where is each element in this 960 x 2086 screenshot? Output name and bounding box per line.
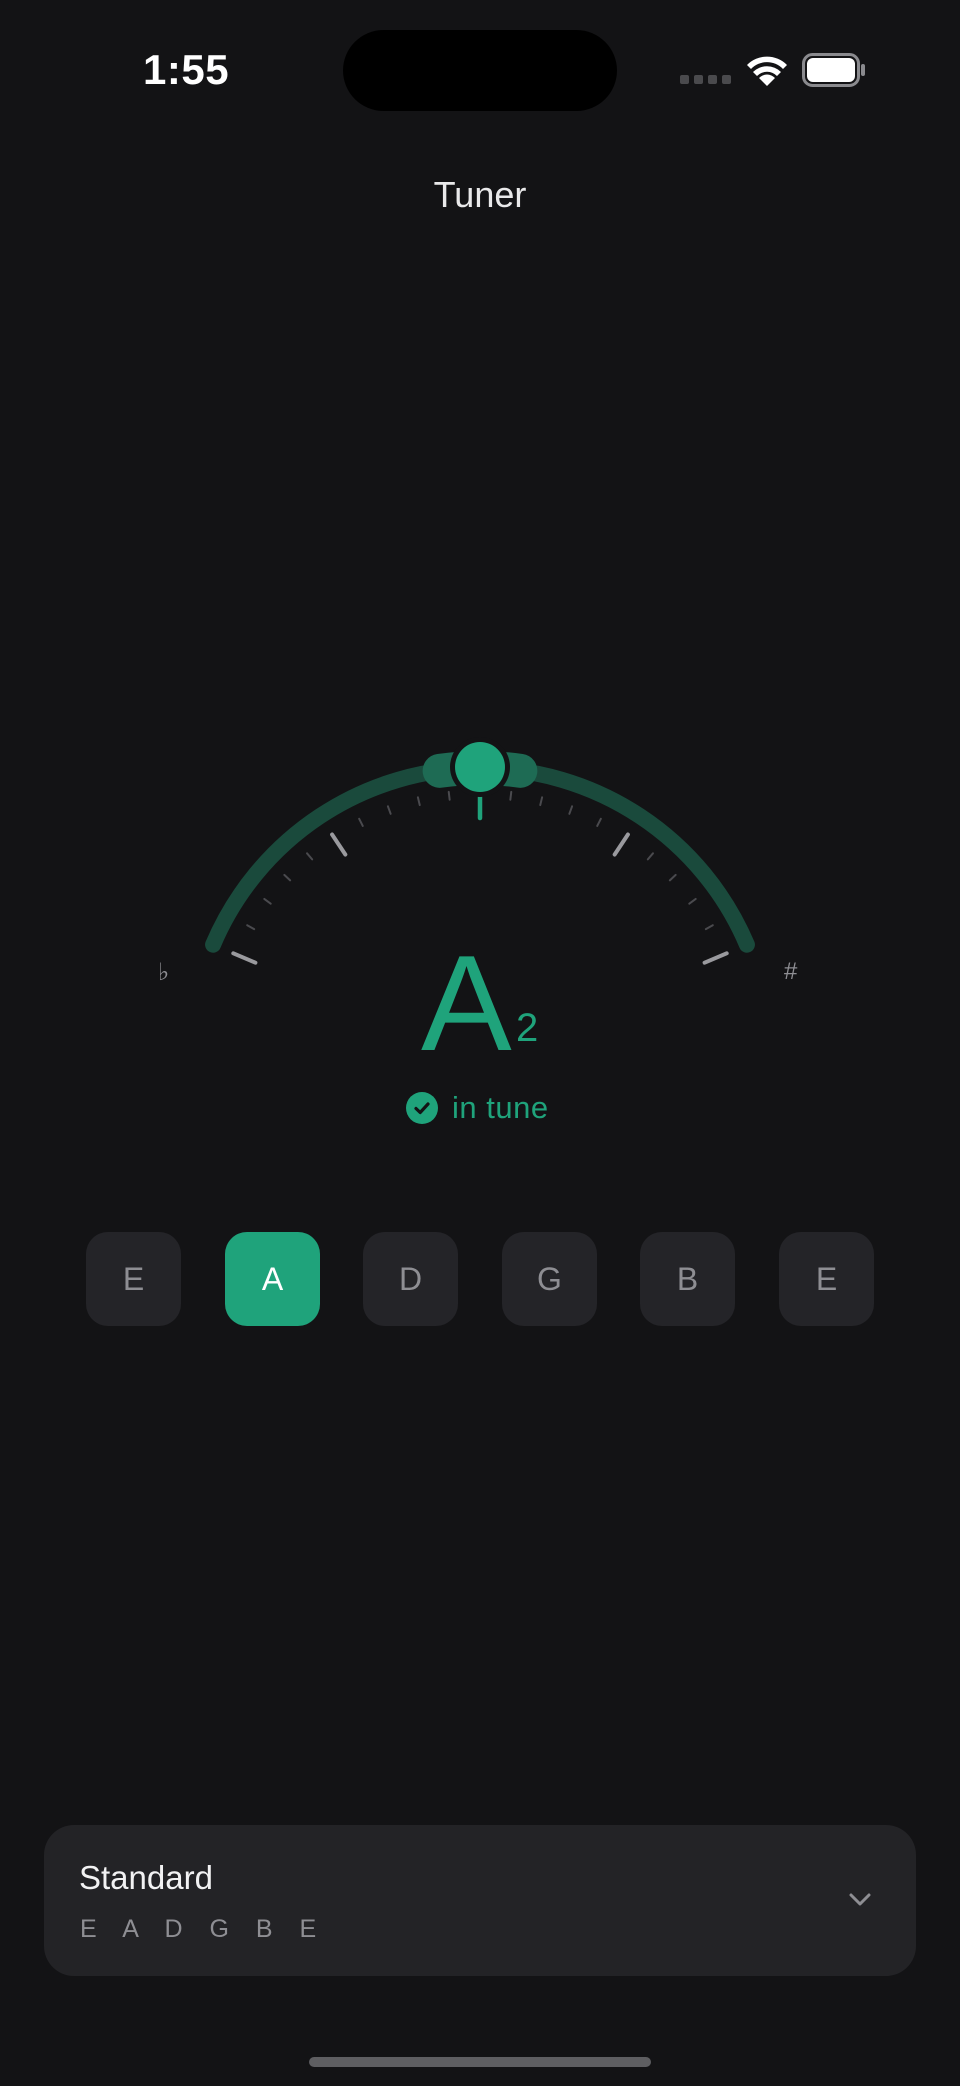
tuning-status: in tune: [406, 1090, 549, 1125]
string-button-5[interactable]: B: [640, 1232, 735, 1326]
tuner-screen: 1:55 Tuner ♭ # A 2 in tune E A D G B E S…: [0, 0, 960, 2086]
gauge-minor-tick: [688, 897, 697, 905]
string-label: E: [122, 1260, 145, 1297]
gauge-minor-tick: [704, 924, 714, 931]
needle-knob: [455, 742, 505, 792]
gauge-minor-tick: [263, 897, 272, 905]
gauge-major-tick: [231, 951, 258, 965]
gauge-minor-tick: [596, 817, 602, 827]
string-button-1[interactable]: E: [86, 1232, 181, 1326]
tuning-notes: E A D G B E: [80, 1915, 327, 1943]
string-label: E: [815, 1260, 838, 1297]
gauge-minor-tick: [646, 852, 654, 861]
gauge-minor-tick: [358, 817, 364, 827]
string-button-3[interactable]: D: [363, 1232, 458, 1326]
gauge-minor-tick: [246, 924, 256, 931]
chevron-down-icon: [849, 1893, 871, 1906]
gauge-minor-tick: [283, 873, 292, 882]
flat-label: ♭: [158, 959, 170, 986]
string-label: G: [537, 1260, 562, 1297]
gauge-major-tick: [330, 832, 348, 857]
status-text: in tune: [452, 1090, 549, 1125]
gauge-major-tick: [702, 951, 729, 965]
gauge-minor-tick: [306, 852, 314, 861]
gauge-minor-tick: [568, 805, 574, 815]
detected-octave: 2: [516, 1006, 539, 1050]
string-label: D: [398, 1260, 423, 1297]
string-label: B: [676, 1260, 699, 1297]
gauge-minor-tick: [509, 790, 513, 801]
string-button-2[interactable]: A: [225, 1232, 320, 1326]
string-button-6[interactable]: E: [779, 1232, 874, 1326]
gauge-major-tick: [612, 832, 630, 857]
string-label: A: [261, 1260, 284, 1297]
checkmark-circle-icon: [406, 1092, 438, 1124]
gauge-minor-tick: [539, 796, 544, 807]
string-selector: E A D G B E: [86, 1232, 874, 1326]
gauge-minor-tick: [668, 873, 677, 882]
tuning-name: Standard: [79, 1859, 213, 1896]
gauge-minor-tick: [447, 790, 451, 801]
gauge-minor-tick: [386, 805, 392, 815]
gauge-minor-tick: [416, 796, 421, 807]
sharp-label: #: [784, 958, 798, 985]
detected-note: A: [421, 927, 512, 1079]
string-button-4[interactable]: G: [502, 1232, 597, 1326]
tuning-selector[interactable]: Standard E A D G B E: [44, 1825, 916, 1976]
home-indicator: [309, 2057, 651, 2067]
